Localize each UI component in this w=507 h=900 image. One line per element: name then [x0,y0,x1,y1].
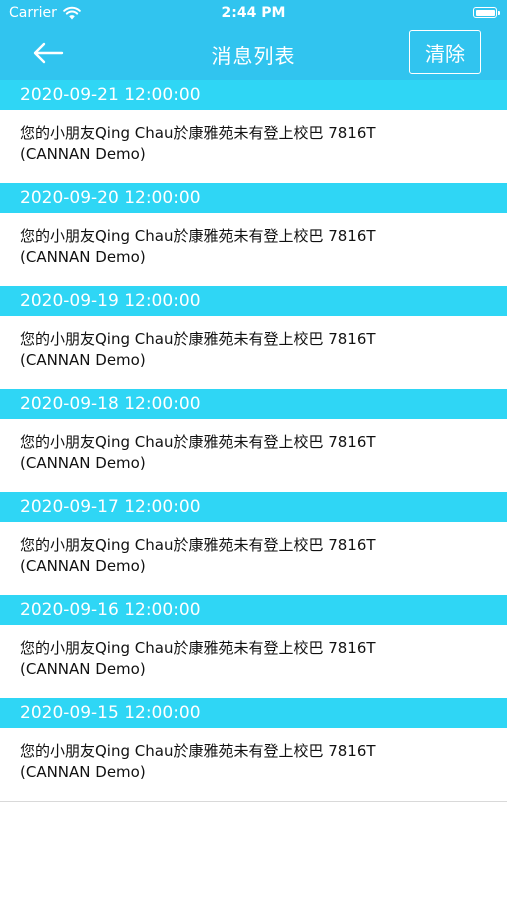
date-header: 2020-09-21 12:00:00 [0,80,507,110]
message-item[interactable]: 您的小朋友Qing Chau於康雅苑未有登上校巴 7816T (CANNAN D… [0,625,507,698]
app-header: Carrier 2:44 PM 消息列表 清除 [0,0,507,80]
list-end-divider [0,801,507,802]
message-item[interactable]: 您的小朋友Qing Chau於康雅苑未有登上校巴 7816T (CANNAN D… [0,213,507,286]
message-text: 您的小朋友Qing Chau於康雅苑未有登上校巴 7816T [20,330,376,348]
message-text: 您的小朋友Qing Chau於康雅苑未有登上校巴 7816T [20,536,376,554]
date-header: 2020-09-15 12:00:00 [0,698,507,728]
message-route: (CANNAN Demo) [20,763,146,781]
battery-icon [473,7,500,18]
date-header: 2020-09-17 12:00:00 [0,492,507,522]
message-text: 您的小朋友Qing Chau於康雅苑未有登上校巴 7816T [20,227,376,245]
date-header: 2020-09-19 12:00:00 [0,286,507,316]
message-item[interactable]: 您的小朋友Qing Chau於康雅苑未有登上校巴 7816T (CANNAN D… [0,728,507,801]
status-bar: Carrier 2:44 PM [0,0,507,28]
battery-cap [498,11,500,15]
date-header: 2020-09-16 12:00:00 [0,595,507,625]
message-item[interactable]: 您的小朋友Qing Chau於康雅苑未有登上校巴 7816T (CANNAN D… [0,419,507,492]
message-route: (CANNAN Demo) [20,248,146,266]
battery-fill [475,9,495,16]
message-route: (CANNAN Demo) [20,454,146,472]
message-route: (CANNAN Demo) [20,660,146,678]
status-time: 2:44 PM [221,5,286,21]
message-route: (CANNAN Demo) [20,557,146,575]
message-item[interactable]: 您的小朋友Qing Chau於康雅苑未有登上校巴 7816T (CANNAN D… [0,110,507,183]
message-list: 2020-09-21 12:00:00 您的小朋友Qing Chau於康雅苑未有… [0,80,507,802]
navigation-bar: 消息列表 清除 [0,28,507,80]
date-header: 2020-09-20 12:00:00 [0,183,507,213]
message-route: (CANNAN Demo) [20,351,146,369]
message-text: 您的小朋友Qing Chau於康雅苑未有登上校巴 7816T [20,124,376,142]
message-route: (CANNAN Demo) [20,145,146,163]
message-text: 您的小朋友Qing Chau於康雅苑未有登上校巴 7816T [20,433,376,451]
clear-button[interactable]: 清除 [409,30,481,74]
date-header: 2020-09-18 12:00:00 [0,389,507,419]
message-item[interactable]: 您的小朋友Qing Chau於康雅苑未有登上校巴 7816T (CANNAN D… [0,316,507,389]
message-text: 您的小朋友Qing Chau於康雅苑未有登上校巴 7816T [20,742,376,760]
message-item[interactable]: 您的小朋友Qing Chau於康雅苑未有登上校巴 7816T (CANNAN D… [0,522,507,595]
message-text: 您的小朋友Qing Chau於康雅苑未有登上校巴 7816T [20,639,376,657]
